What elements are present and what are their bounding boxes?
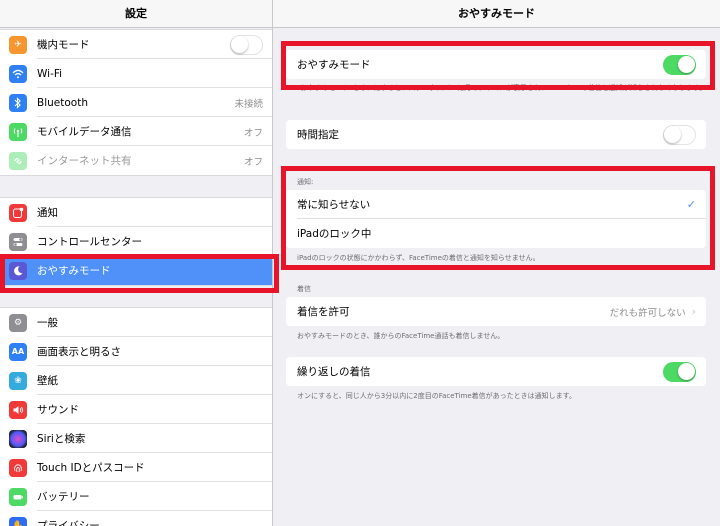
allow-calls-row[interactable]: 着信を許可 だれも許可しない ›	[286, 297, 706, 326]
sidebar-group-connectivity: ✈ 機内モード Wi-Fi Bluetooth 未接続 モバイルデータ通信 オフ…	[0, 29, 272, 176]
fingerprint-icon	[9, 458, 27, 477]
phone-header: 着信	[297, 285, 311, 293]
allow-calls-label: 着信を許可	[297, 306, 350, 318]
airplane-icon: ✈	[9, 35, 27, 54]
sidebar-group-general: ⚙ 一般 AA 画面表示と明るさ ❀ 壁紙 サウンド Siriと検索 Touch…	[0, 307, 272, 526]
hotspot-icon	[9, 151, 27, 170]
hand-icon: ✋	[9, 516, 27, 526]
sidebar-item-label: サウンド	[37, 404, 79, 416]
control-center-icon	[9, 232, 27, 251]
sidebar-item-touch-id[interactable]: Touch IDとパスコード	[0, 453, 272, 482]
sidebar-item-label: 壁紙	[37, 375, 58, 387]
sidebar-item-bluetooth[interactable]: Bluetooth 未接続	[0, 88, 272, 117]
sidebar-item-label: Bluetooth	[37, 96, 88, 109]
sidebar-item-mobile-data[interactable]: モバイルデータ通信 オフ	[0, 117, 272, 146]
silence-note: iPadのロックの状態にかかわらず、FaceTimeの着信と通知を知らせません。	[297, 254, 540, 262]
notifications-icon	[9, 203, 27, 222]
airplane-mode-toggle[interactable]	[230, 34, 263, 55]
silence-header: 通知:	[297, 178, 314, 186]
silence-always-label: 常に知らせない	[297, 199, 371, 211]
sidebar-item-airplane-mode[interactable]: ✈ 機内モード	[0, 30, 272, 59]
sidebar-item-siri[interactable]: Siriと検索	[0, 424, 272, 453]
sidebar-item-battery[interactable]: バッテリー	[0, 482, 272, 511]
wallpaper-icon: ❀	[9, 371, 27, 390]
chevron-right-icon: ›	[691, 305, 696, 318]
sidebar-item-label: Touch IDとパスコード	[37, 462, 145, 474]
sidebar-group-notifications: 通知 コントロールセンター おやすみモード	[0, 197, 272, 286]
hotspot-status: オフ	[243, 156, 263, 168]
display-icon: AA	[9, 342, 27, 361]
battery-icon	[9, 487, 27, 506]
siri-icon	[9, 429, 27, 448]
antenna-icon	[9, 122, 27, 141]
dnd-note: "おやすみモード"をオンにすると、ステータスバーに月のアイコンが表示され、Fac…	[297, 84, 707, 92]
sidebar-item-label: プライバシー	[37, 520, 100, 526]
allow-calls-group: 着信を許可 だれも許可しない ›	[286, 297, 706, 326]
scheduled-row: 時間指定	[286, 120, 706, 149]
sidebar-item-label: 画面表示と明るさ	[37, 346, 121, 358]
sidebar-item-notifications[interactable]: 通知	[0, 198, 272, 227]
repeated-calls-toggle[interactable]	[663, 361, 696, 382]
sidebar-item-label: 通知	[37, 207, 58, 219]
sidebar-item-sounds[interactable]: サウンド	[0, 395, 272, 424]
sidebar-item-label: 機内モード	[37, 39, 90, 51]
moon-icon	[9, 261, 27, 280]
dnd-toggle[interactable]	[663, 54, 696, 75]
repeated-calls-label: 繰り返しの着信	[297, 366, 371, 378]
dnd-row: おやすみモード	[286, 50, 706, 79]
sidebar-item-label: Wi-Fi	[37, 67, 63, 80]
scheduled-group: 時間指定	[286, 120, 706, 149]
settings-sidebar: 設定 ✈ 機内モード Wi-Fi Bluetooth 未接続 モバイルデータ通信…	[0, 0, 273, 526]
allow-calls-note: おやすみモードのとき、誰からのFaceTime通話も着信しません。	[297, 332, 505, 340]
silence-group: 常に知らせない ✓ iPadのロック中	[286, 190, 706, 248]
sidebar-item-general[interactable]: ⚙ 一般	[0, 308, 272, 337]
silence-locked-label: iPadのロック中	[297, 228, 372, 240]
bluetooth-status: 未接続	[234, 98, 263, 110]
sound-icon	[9, 400, 27, 419]
wifi-icon	[9, 64, 27, 83]
sidebar-item-label: Siriと検索	[37, 433, 86, 445]
sidebar-item-display[interactable]: AA 画面表示と明るさ	[0, 337, 272, 366]
sidebar-item-label: 一般	[37, 317, 58, 329]
silence-always-row[interactable]: 常に知らせない ✓	[286, 190, 706, 219]
sidebar-item-control-center[interactable]: コントロールセンター	[0, 227, 272, 256]
sidebar-item-wifi[interactable]: Wi-Fi	[0, 59, 272, 88]
sidebar-item-do-not-disturb[interactable]: おやすみモード	[0, 256, 272, 285]
mobile-data-status: オフ	[243, 127, 263, 139]
sidebar-item-label: モバイルデータ通信	[37, 126, 132, 138]
dnd-label: おやすみモード	[297, 59, 371, 71]
sidebar-item-label: インターネット共有	[37, 155, 132, 167]
repeated-calls-note: オンにすると、同じ人から3分以内に2度目のFaceTime着信があったときは通知…	[297, 392, 576, 400]
bluetooth-icon	[9, 93, 27, 112]
checkmark-icon: ✓	[686, 198, 696, 211]
sidebar-item-wallpaper[interactable]: ❀ 壁紙	[0, 366, 272, 395]
repeated-calls-group: 繰り返しの着信	[286, 357, 706, 386]
scheduled-label: 時間指定	[297, 129, 339, 141]
silence-locked-row[interactable]: iPadのロック中	[286, 219, 706, 248]
do-not-disturb-panel: おやすみモード おやすみモード "おやすみモード"をオンにすると、ステータスバー…	[273, 0, 720, 526]
sidebar-item-label: コントロールセンター	[37, 236, 142, 248]
scheduled-toggle[interactable]	[663, 124, 696, 145]
repeated-calls-row: 繰り返しの着信	[286, 357, 706, 386]
gear-icon: ⚙	[9, 313, 27, 332]
allow-calls-value: だれも許可しない	[609, 307, 686, 319]
sidebar-item-label: おやすみモード	[37, 265, 111, 277]
page-title: おやすみモード	[273, 0, 720, 28]
dnd-group: おやすみモード	[286, 50, 706, 79]
sidebar-item-privacy[interactable]: ✋ プライバシー	[0, 511, 272, 526]
sidebar-item-label: バッテリー	[37, 491, 90, 503]
sidebar-title: 設定	[0, 0, 272, 28]
sidebar-item-hotspot[interactable]: インターネット共有 オフ	[0, 146, 272, 175]
